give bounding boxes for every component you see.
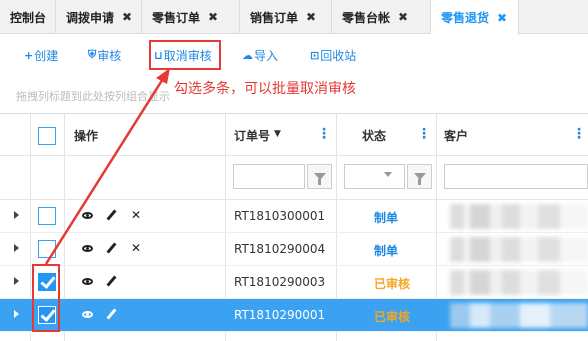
- create-label: 创建: [34, 48, 59, 63]
- funnel-icon: [413, 173, 426, 185]
- cloud-upload-icon: ☁: [242, 48, 253, 62]
- tab-retail-return[interactable]: 零售退货 ✖: [431, 0, 519, 35]
- pencil-icon[interactable]: [106, 242, 117, 254]
- kebab-icon[interactable]: ⋮: [572, 126, 586, 142]
- table-row[interactable]: RT1810290001 已审核: [0, 299, 588, 332]
- column-header-status[interactable]: 状态: [362, 127, 386, 144]
- customer-filter-input[interactable]: [444, 164, 588, 189]
- tab-sales-order[interactable]: 销售订单 ✖: [240, 0, 332, 34]
- recycle-bin-button[interactable]: ⊡ 回收站: [310, 45, 356, 65]
- funnel-icon: [313, 173, 326, 185]
- plus-icon: +: [24, 48, 34, 62]
- tab-label: 销售订单: [250, 10, 299, 25]
- table-row[interactable]: ✕ RT1810300001 制单: [0, 200, 588, 233]
- chevron-down-icon: [384, 172, 392, 177]
- close-icon[interactable]: ✖: [497, 11, 507, 25]
- close-icon[interactable]: ✖: [122, 10, 132, 24]
- toolbar: + 创建 ⛨ 审核 ⊔ 取消审核 ☁ 导入 ⊡ 回收站: [0, 34, 588, 74]
- shield-icon: ⛨: [88, 48, 97, 61]
- tab-label: 零售退货: [441, 11, 490, 25]
- status-filter-select[interactable]: [344, 164, 405, 189]
- order-no-filter-input[interactable]: [233, 164, 305, 189]
- delete-icon[interactable]: ✕: [131, 241, 141, 255]
- group-by-hint: 拖拽列标题到此处按列组合显示: [16, 90, 170, 103]
- status-badge: 制单: [374, 211, 399, 225]
- trash-icon: ⊡: [310, 48, 320, 62]
- eye-icon[interactable]: [82, 311, 93, 318]
- status-badge: 制单: [374, 244, 399, 258]
- delete-icon[interactable]: ✕: [131, 208, 141, 222]
- expand-icon[interactable]: [14, 244, 19, 252]
- table-row[interactable]: ✕ RT1810290004 制单: [0, 233, 588, 266]
- import-button[interactable]: ☁ 导入: [242, 45, 278, 65]
- expand-icon[interactable]: [14, 211, 19, 219]
- status-filter-button[interactable]: [407, 164, 432, 189]
- status-badge: 已审核: [374, 310, 411, 324]
- eye-icon[interactable]: [82, 212, 93, 219]
- tab-label: 控制台: [10, 10, 47, 25]
- close-icon[interactable]: ✖: [306, 10, 316, 24]
- grid-header: 操作 订单号 ▼ ⋮ 状态 ⋮ 客户 ⋮: [0, 114, 588, 156]
- status-badge: 已审核: [374, 277, 411, 291]
- recycle-bin-label: 回收站: [320, 48, 357, 63]
- expand-icon[interactable]: [14, 277, 19, 285]
- eye-icon[interactable]: [82, 245, 93, 252]
- order-number: RT1810290004: [234, 242, 326, 256]
- column-header-customer[interactable]: 客户: [444, 127, 468, 144]
- sort-desc-icon[interactable]: ▼: [274, 129, 281, 139]
- data-grid: 操作 订单号 ▼ ⋮ 状态 ⋮ 客户 ⋮ ✕ RT1810300001 制单 ✕…: [0, 113, 588, 341]
- tab-label: 零售订单: [152, 10, 201, 25]
- annotation-checkbox-box: [32, 264, 60, 332]
- expand-icon[interactable]: [14, 310, 19, 318]
- customer-redacted: [450, 270, 588, 295]
- table-row[interactable]: RT1810290003 已审核: [0, 266, 588, 299]
- tab-console[interactable]: 控制台: [0, 0, 56, 34]
- row-checkbox[interactable]: [38, 207, 56, 225]
- pencil-icon[interactable]: [106, 209, 117, 221]
- column-header-ops: 操作: [74, 129, 99, 143]
- tab-label: 调拨申请: [66, 10, 115, 25]
- tab-bar: 控制台 调拨申请 ✖ 零售订单 ✖ 销售订单 ✖ 零售台帐 ✖ 零售退货 ✖: [0, 0, 588, 35]
- customer-redacted: [450, 204, 588, 229]
- close-icon[interactable]: ✖: [208, 10, 218, 24]
- customer-redacted: [450, 303, 588, 328]
- order-no-filter-button[interactable]: [307, 164, 332, 189]
- customer-redacted: [450, 237, 588, 262]
- kebab-icon[interactable]: ⋮: [417, 126, 431, 142]
- import-label: 导入: [254, 48, 279, 63]
- close-icon[interactable]: ✖: [398, 10, 408, 24]
- select-all-checkbox[interactable]: [38, 127, 56, 145]
- kebab-icon[interactable]: ⋮: [317, 126, 331, 142]
- eye-icon[interactable]: [82, 278, 93, 285]
- audit-label: 审核: [97, 48, 122, 63]
- order-number: RT1810300001: [234, 209, 326, 223]
- pencil-icon[interactable]: [106, 275, 117, 287]
- annotation-highlight-box: [149, 40, 221, 70]
- tab-retail-ledger[interactable]: 零售台帐 ✖: [332, 0, 431, 34]
- annotation-text: 勾选多条，可以批量取消审核: [174, 81, 356, 97]
- audit-button[interactable]: ⛨ 审核: [88, 45, 121, 65]
- tab-retail-order[interactable]: 零售订单 ✖: [142, 0, 240, 34]
- pencil-icon[interactable]: [106, 308, 117, 320]
- order-number: RT1810290001: [234, 308, 326, 322]
- row-checkbox[interactable]: [38, 240, 56, 258]
- column-header-order-no[interactable]: 订单号: [234, 127, 270, 144]
- order-number: RT1810290003: [234, 275, 326, 289]
- create-button[interactable]: + 创建: [24, 45, 58, 65]
- tab-label: 零售台帐: [342, 10, 391, 25]
- tab-transfer-request[interactable]: 调拨申请 ✖: [56, 0, 142, 34]
